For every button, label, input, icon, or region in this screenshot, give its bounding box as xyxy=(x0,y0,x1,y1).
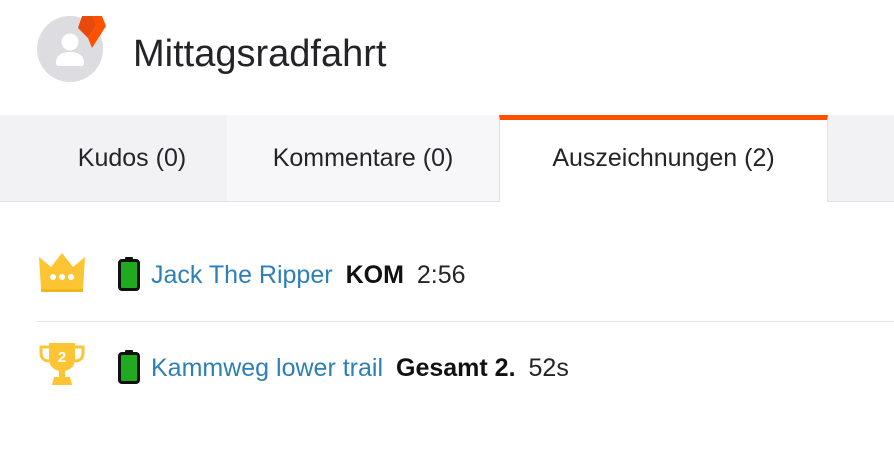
battery-full-icon xyxy=(118,350,140,384)
activity-header: Mittagsradfahrt xyxy=(0,0,894,115)
tab-comments[interactable]: Kommentare (0) xyxy=(227,115,499,201)
tab-comments-label: Kommentare (0) xyxy=(272,143,454,172)
tab-bar: Kudos (0) Kommentare (0) Auszeichnungen … xyxy=(0,115,894,202)
trophy-number: 2 xyxy=(58,349,66,366)
list-item: Jack The Ripper KOM 2:56 xyxy=(0,229,894,321)
achievement-line: Jack The Ripper KOM 2:56 xyxy=(151,259,466,291)
rank-label: Gesamt 2. xyxy=(396,354,516,382)
rank-label: KOM xyxy=(345,261,404,289)
tab-achievements[interactable]: Auszeichnungen (2) xyxy=(499,115,828,202)
achievement-line: Kammweg lower trail Gesamt 2. 52s xyxy=(151,352,569,384)
tab-kudos-label: Kudos (0) xyxy=(77,143,187,172)
kom-crown-icon xyxy=(39,253,85,292)
segment-time: 52s xyxy=(528,354,569,382)
tab-kudos[interactable]: Kudos (0) xyxy=(37,115,227,201)
segment-link[interactable]: Kammweg lower trail xyxy=(151,352,383,384)
tab-achievements-label: Auszeichnungen (2) xyxy=(552,143,775,172)
list-item: 2 Kammweg lower trail Gesamt 2. 52s xyxy=(0,322,894,414)
segment-time: 2:56 xyxy=(416,261,466,289)
strava-subscriber-badge-icon xyxy=(78,16,106,48)
battery-full-icon xyxy=(118,257,140,291)
trophy-2-icon: 2 xyxy=(39,343,85,385)
activity-title: Mittagsradfahrt xyxy=(133,33,387,75)
segment-link[interactable]: Jack The Ripper xyxy=(151,259,333,291)
